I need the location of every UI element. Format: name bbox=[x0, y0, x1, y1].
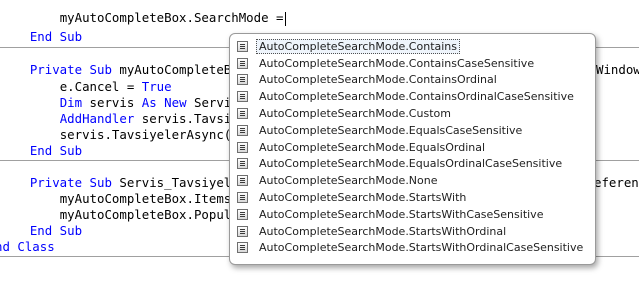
completion-item[interactable]: AutoCompleteSearchMode.None bbox=[234, 172, 591, 189]
code-line[interactable]: e.Cancel = True bbox=[0, 79, 172, 95]
completion-item[interactable]: AutoCompleteSearchMode.ContainsCaseSensi… bbox=[234, 55, 591, 72]
code-text: myAutoCompleteBox.SearchMode = bbox=[59, 10, 284, 25]
completion-item-label: AutoCompleteSearchMode.ContainsOrdinal bbox=[259, 73, 497, 87]
completion-item[interactable]: AutoCompleteSearchMode.StartsWith bbox=[234, 189, 591, 206]
code-text: eferenc bbox=[594, 175, 639, 190]
keyword: End Sub bbox=[29, 29, 83, 44]
code-text: Window bbox=[596, 62, 639, 77]
keyword: Dim bbox=[59, 95, 83, 110]
code-line[interactable]: End Sub bbox=[0, 223, 82, 239]
code-line[interactable]: servis.TavsiyelerAsync(myA bbox=[0, 127, 254, 143]
keyword: As New bbox=[141, 95, 187, 110]
enum-member-icon bbox=[237, 225, 248, 237]
enum-member-icon bbox=[237, 108, 248, 120]
completion-item[interactable]: AutoCompleteSearchMode.Custom bbox=[234, 105, 591, 122]
completion-item-label: AutoCompleteSearchMode.StartsWithCaseSen… bbox=[259, 207, 544, 221]
code-line[interactable]: Private Sub myAutoCompleteBox_ bbox=[0, 62, 254, 78]
completion-item[interactable]: AutoCompleteSearchMode.StartsWithOrdinal… bbox=[234, 240, 591, 257]
completion-item[interactable]: AutoCompleteSearchMode.EqualsOrdinal bbox=[234, 139, 591, 156]
enum-member-icon bbox=[237, 141, 248, 153]
enum-member-icon bbox=[237, 91, 248, 103]
completion-item[interactable]: AutoCompleteSearchMode.EqualsCaseSensiti… bbox=[234, 122, 591, 139]
completion-item-label: AutoCompleteSearchMode.StartsWith bbox=[259, 191, 467, 205]
completion-item-label: AutoCompleteSearchMode.StartsWithOrdinal bbox=[259, 224, 507, 238]
keyword: True bbox=[141, 79, 172, 94]
code-line[interactable]: Dim servis As New ServiceR bbox=[0, 95, 254, 111]
completion-item-label: AutoCompleteSearchMode.ContainsOrdinalCa… bbox=[259, 90, 574, 104]
code-line[interactable]: End Sub bbox=[0, 143, 82, 159]
completion-item-label: AutoCompleteSearchMode.Custom bbox=[259, 107, 451, 121]
completion-item-label: AutoCompleteSearchMode.EqualsOrdinalCase… bbox=[259, 157, 563, 171]
enum-member-icon bbox=[237, 124, 248, 136]
enum-member-icon bbox=[237, 192, 248, 204]
code-line[interactable]: myAutoCompleteBox.Populate bbox=[0, 207, 254, 223]
completion-item-label: AutoCompleteSearchMode.ContainsCaseSensi… bbox=[259, 56, 535, 70]
code-line[interactable]: myAutoCompleteBox.ItemsSou bbox=[0, 191, 254, 207]
enum-member-icon bbox=[237, 242, 248, 254]
code-text: e.Cancel = bbox=[59, 79, 142, 94]
completion-item-label: AutoCompleteSearchMode.StartsWithOrdinal… bbox=[259, 241, 584, 255]
code-text: myAutoCompleteBox.Populate bbox=[59, 207, 254, 222]
completion-item[interactable]: AutoCompleteSearchMode.Contains bbox=[234, 38, 591, 55]
code-text: servis.TavsiyelerAsync(myA bbox=[59, 127, 254, 142]
completion-item[interactable]: AutoCompleteSearchMode.ContainsOrdinal bbox=[234, 72, 591, 89]
enum-member-icon bbox=[237, 208, 248, 220]
code-line-overflow: eferenc bbox=[594, 175, 639, 191]
enum-member-icon bbox=[237, 175, 248, 187]
text-caret bbox=[285, 11, 287, 26]
code-line[interactable]: End Sub bbox=[0, 29, 82, 45]
keyword: Private Sub bbox=[29, 175, 112, 190]
completion-item[interactable]: AutoCompleteSearchMode.StartsWithCaseSen… bbox=[234, 206, 591, 223]
completion-item-label: AutoCompleteSearchMode.Contains bbox=[256, 38, 461, 54]
intellisense-completion-list[interactable]: AutoCompleteSearchMode.Contains AutoCompl… bbox=[229, 33, 596, 265]
enum-member-icon bbox=[237, 40, 248, 52]
completion-item[interactable]: AutoCompleteSearchMode.ContainsOrdinalCa… bbox=[234, 88, 591, 105]
completion-item-label: AutoCompleteSearchMode.None bbox=[259, 174, 438, 188]
completion-item[interactable]: AutoCompleteSearchMode.EqualsOrdinalCase… bbox=[234, 156, 591, 173]
code-text: servis bbox=[82, 95, 142, 110]
completion-item-label: AutoCompleteSearchMode.EqualsOrdinal bbox=[259, 140, 486, 154]
code-line[interactable]: AddHandler servis.Tavsiyel bbox=[0, 111, 254, 127]
enum-member-icon bbox=[237, 158, 248, 170]
completion-item[interactable]: AutoCompleteSearchMode.StartsWithOrdinal bbox=[234, 223, 591, 240]
code-line[interactable]: myAutoCompleteBox.SearchMode = bbox=[0, 10, 287, 26]
keyword: End Sub bbox=[29, 143, 83, 158]
keyword: End Sub bbox=[29, 223, 83, 238]
completion-item-label: AutoCompleteSearchMode.EqualsCaseSensiti… bbox=[259, 123, 523, 137]
code-line[interactable]: Private Sub Servis_TavsiyelerC bbox=[0, 175, 254, 191]
code-line[interactable]: nd Class bbox=[0, 239, 55, 255]
keyword: AddHandler bbox=[59, 111, 135, 126]
enum-member-icon bbox=[237, 74, 248, 86]
code-text: myAutoCompleteBox.ItemsSou bbox=[59, 191, 254, 206]
keyword: nd Class bbox=[0, 239, 55, 254]
enum-member-icon bbox=[237, 57, 248, 69]
completion-items: AutoCompleteSearchMode.Contains AutoCompl… bbox=[234, 38, 591, 256]
keyword: Private Sub bbox=[29, 62, 112, 77]
code-line-overflow: Window bbox=[596, 62, 639, 78]
